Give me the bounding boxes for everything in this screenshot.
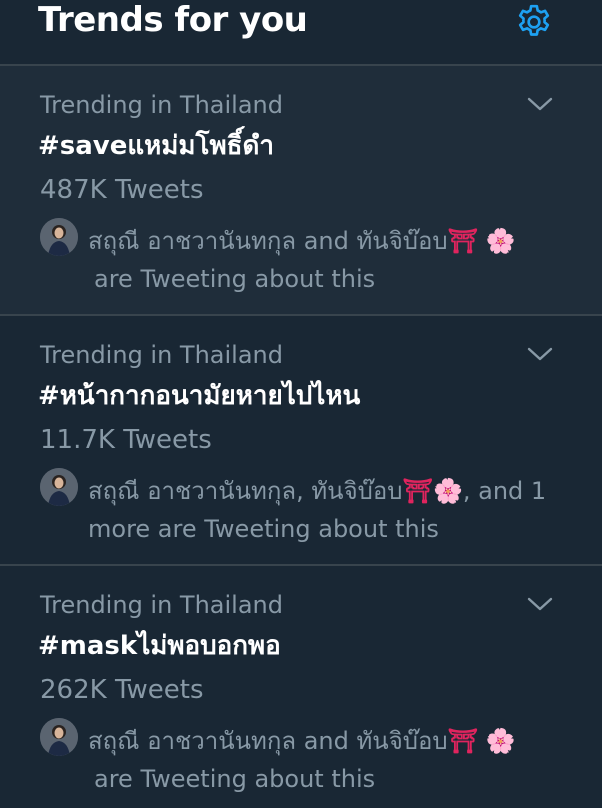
social-names: สถุณี อาชวานันทกุล, ทันจิบ๊อบ [88,477,403,505]
chevron-down-icon[interactable] [526,94,554,114]
social-names: สถุณี อาชวานันทกุล and ทันจิบ๊อบ [88,727,448,755]
tweet-count: 487K Tweets [40,175,204,205]
avatar[interactable] [40,218,78,256]
chevron-down-icon[interactable] [526,594,554,614]
avatar[interactable] [40,718,78,756]
trend-hashtag[interactable]: #saveแหม่มโพธิ์ดำ [38,129,274,163]
gear-icon[interactable] [514,2,554,42]
trend-context: Trending in Thailand [40,91,283,119]
trend-item[interactable]: Trending in Thailand #หน้ากากอนามัยหายไป… [0,316,602,566]
trend-context: Trending in Thailand [40,591,283,619]
panel-title: Trends for you [38,0,308,40]
avatar-image [40,218,78,256]
social-context: สถุณี อาชวานันทกุล and ทันจิบ๊อบ⛩ 🌸 are … [88,722,578,798]
torii-gate-emoji: ⛩ [447,227,479,255]
cherry-blossom-emoji: 🌸 [485,227,516,255]
tweet-count: 11.7K Tweets [40,425,212,455]
social-names-suffix: , and 1 [462,477,547,505]
trend-item[interactable]: Trending in Thailand #maskไม่พอบอกพอ 262… [0,566,602,808]
trends-header: Trends for you [0,0,602,66]
trend-hashtag[interactable]: #หน้ากากอนามัยหายไปไหน [38,379,360,413]
trend-item[interactable]: Trending in Thailand #saveแหม่มโพธิ์ดำ 4… [0,66,602,316]
social-suffix: more are Tweeting about this [88,515,439,543]
social-names: สถุณี อาชวานันทกุล and ทันจิบ๊อบ [88,227,448,255]
avatar-image [40,468,78,506]
tweet-count: 262K Tweets [40,675,204,705]
social-context: สถุณี อาชวานันทกุล and ทันจิบ๊อบ⛩ 🌸 are … [88,222,578,298]
trend-context: Trending in Thailand [40,341,283,369]
chevron-down-icon[interactable] [526,344,554,364]
avatar-image [40,718,78,756]
social-context: สถุณี อาชวานันทกุล, ทันจิบ๊อบ⛩🌸, and 1 m… [88,472,578,548]
cherry-blossom-emoji: 🌸 [432,477,463,505]
torii-gate-emoji: ⛩ [402,477,433,505]
cherry-blossom-emoji: 🌸 [485,727,516,755]
torii-gate-emoji: ⛩ [447,727,479,755]
avatar[interactable] [40,468,78,506]
trends-panel: Trends for you Trending in Thailand #sav… [0,0,602,808]
social-suffix: are Tweeting about this [94,265,376,293]
social-suffix: are Tweeting about this [94,765,376,793]
trend-hashtag[interactable]: #maskไม่พอบอกพอ [38,629,281,663]
